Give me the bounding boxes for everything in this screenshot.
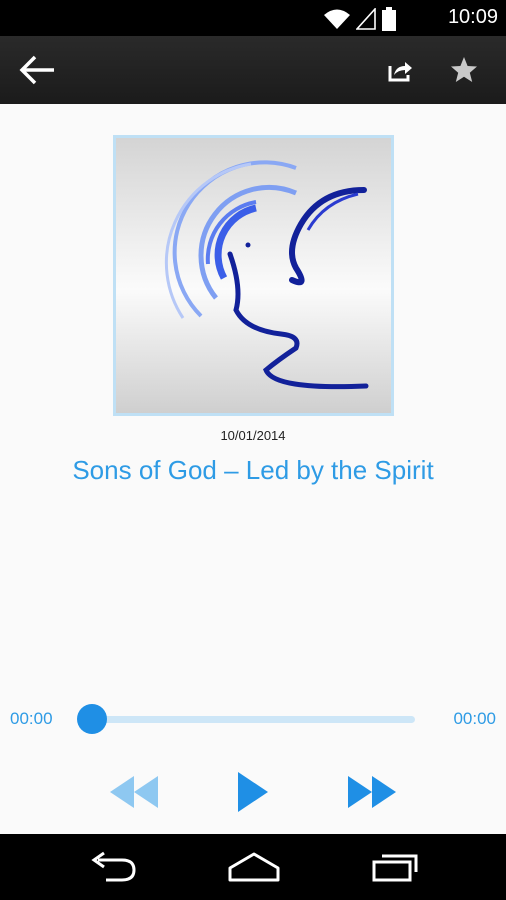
share-icon[interactable] (386, 56, 414, 84)
play-icon[interactable] (236, 768, 270, 816)
status-bar: 10:09 (0, 0, 506, 36)
home-icon[interactable] (226, 850, 282, 888)
status-icons (324, 6, 396, 35)
elapsed-time: 00:00 (10, 709, 53, 728)
signal-icon (355, 6, 376, 34)
recents-icon[interactable] (370, 850, 420, 888)
status-time: 10:09 (447, 6, 498, 28)
seek-knob[interactable] (77, 704, 107, 734)
navigation-bar (0, 834, 506, 900)
fast-forward-icon[interactable] (346, 768, 398, 816)
star-icon[interactable] (449, 55, 479, 85)
episode-title: Sons of God – Led by the Spirit (72, 455, 434, 485)
battery-icon (382, 7, 396, 35)
seek-bar[interactable] (92, 716, 415, 723)
duration-time: 00:00 (453, 709, 496, 728)
rewind-icon[interactable] (108, 768, 160, 816)
wifi-icon (324, 8, 350, 34)
album-artwork (113, 135, 394, 416)
back-arrow-icon[interactable] (18, 54, 58, 86)
action-bar (0, 36, 506, 104)
playback-controls (0, 768, 506, 816)
nav-back-icon[interactable] (88, 850, 138, 888)
episode-date: 10/01/2014 (220, 428, 286, 443)
